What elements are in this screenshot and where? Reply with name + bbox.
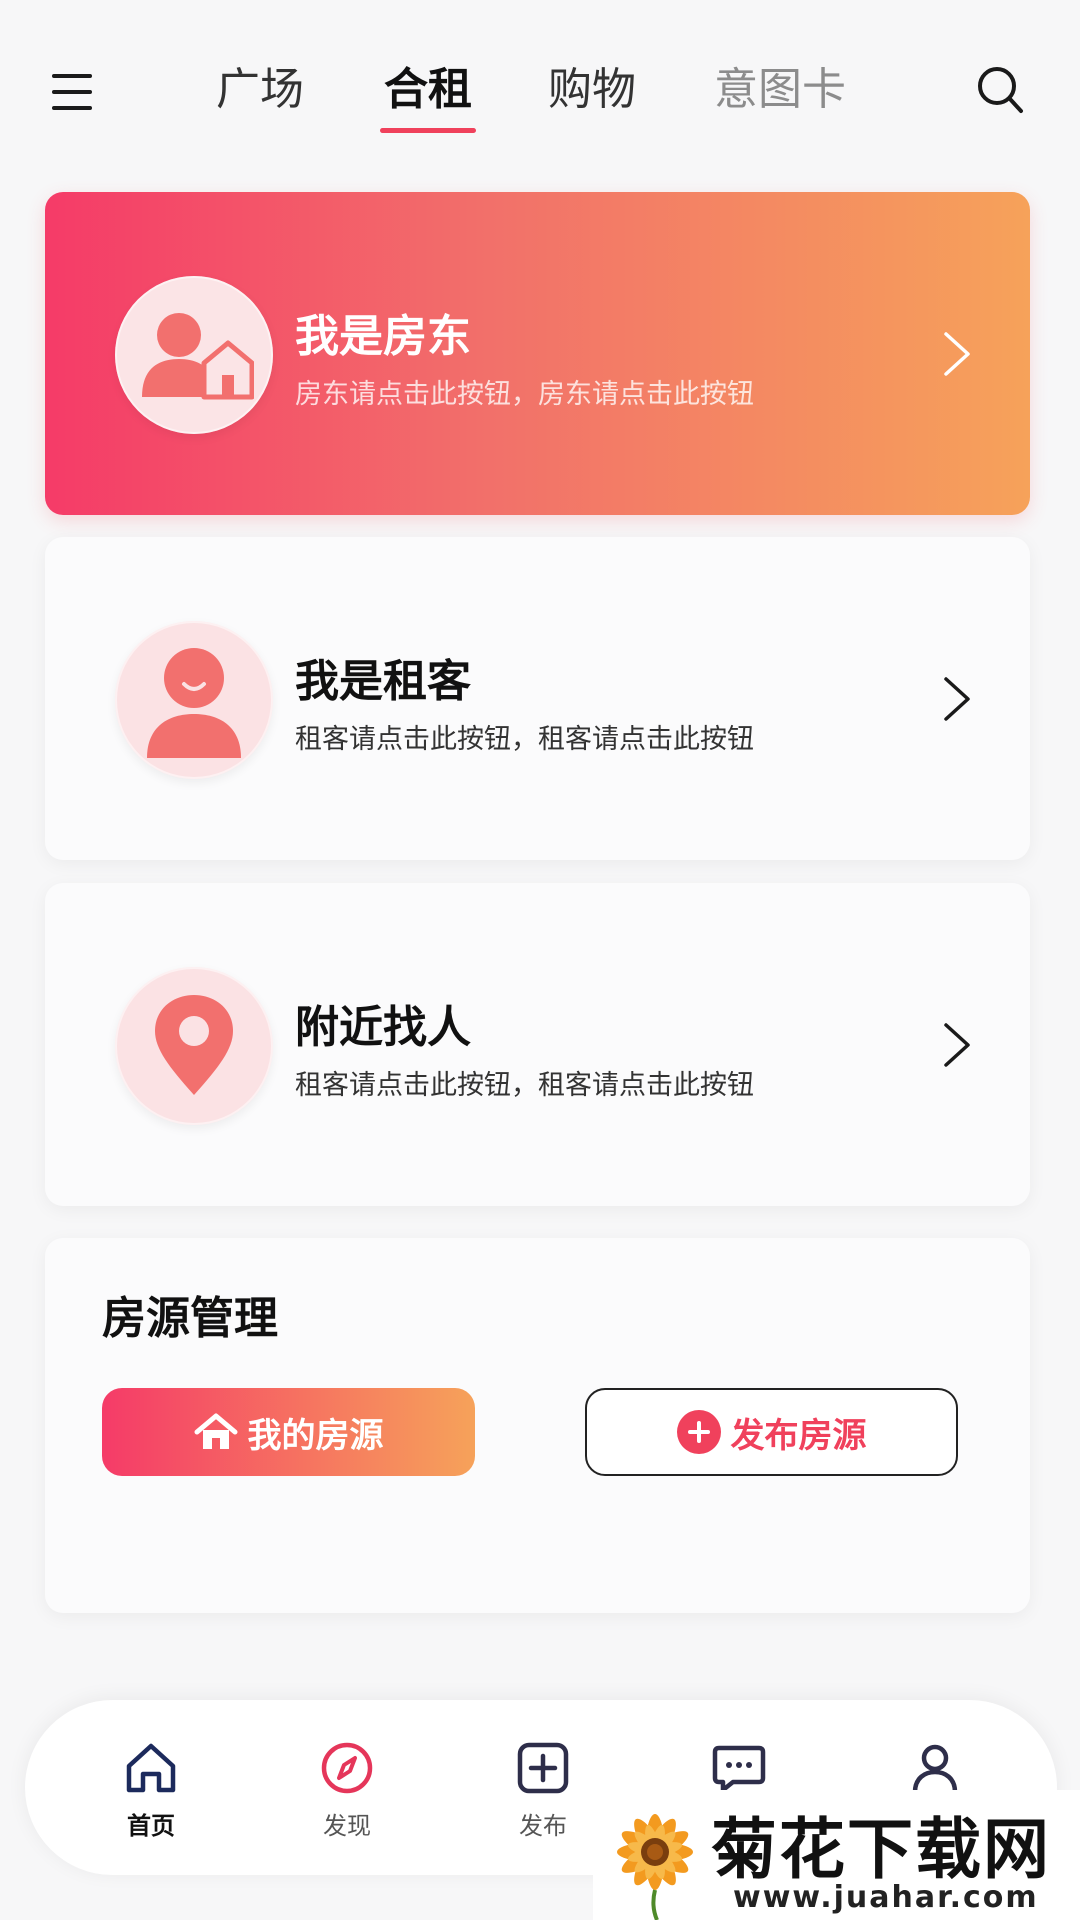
section-title: 房源管理 [102, 1293, 278, 1344]
watermark-brand: 菊花下载网 [711, 1811, 1051, 1888]
landlord-card[interactable]: 我是房东 房东请点击此按钮，房东请点击此按钮 [45, 192, 1030, 515]
category-tabs: 广场 合租 购物 意图卡 [0, 60, 1080, 140]
plus-circle-icon [676, 1410, 721, 1454]
nearby-subtitle: 租客请点击此按钮，租客请点击此按钮 [295, 1070, 754, 1101]
site-watermark: 菊花下载网 www.juahar.com [593, 1790, 1080, 1920]
tab-shopping[interactable]: 购物 [542, 60, 642, 140]
tenant-person-icon [147, 648, 241, 758]
chat-icon [712, 1745, 766, 1793]
publish-listing-button[interactable]: 发布房源 [585, 1388, 958, 1476]
landlord-title: 我是房东 [295, 311, 471, 362]
tenant-avatar [115, 621, 273, 779]
user-icon [912, 1744, 958, 1795]
chevron-right-icon [944, 1023, 970, 1067]
plus-square-icon [517, 1742, 569, 1794]
nav-discover[interactable]: 发现 [287, 1740, 407, 1860]
publish-listing-label: 发布房源 [730, 1415, 867, 1456]
compass-icon [321, 1742, 373, 1794]
landlord-subtitle: 房东请点击此按钮，房东请点击此按钮 [295, 379, 754, 410]
flower-logo-icon [617, 1814, 693, 1920]
landlord-house-icon [142, 313, 254, 400]
nearby-card[interactable]: 附近找人 租客请点击此按钮，租客请点击此按钮 [45, 883, 1030, 1206]
tenant-title: 我是租客 [295, 656, 471, 707]
tenant-subtitle: 租客请点击此按钮，租客请点击此按钮 [295, 724, 754, 755]
nav-home-label: 首页 [127, 1812, 175, 1840]
tenant-card[interactable]: 我是租客 租客请点击此按钮，租客请点击此按钮 [45, 537, 1030, 860]
tab-intent-card[interactable]: 意图卡 [705, 60, 855, 140]
nearby-avatar [115, 967, 273, 1125]
nav-publish-label: 发布 [519, 1812, 567, 1840]
top-bar: 广场 合租 购物 意图卡 [0, 0, 1080, 180]
nav-discover-label: 发现 [323, 1812, 371, 1840]
tab-plaza[interactable]: 广场 [210, 60, 310, 140]
chevron-right-icon [944, 332, 970, 376]
my-listings-button[interactable]: 我的房源 [102, 1388, 475, 1476]
my-listings-label: 我的房源 [247, 1415, 384, 1456]
location-pin-icon [155, 995, 233, 1095]
search-icon[interactable] [975, 64, 1025, 116]
nav-publish[interactable]: 发布 [483, 1740, 603, 1860]
nav-home[interactable]: 首页 [91, 1740, 211, 1860]
active-tab-indicator [380, 128, 476, 133]
chevron-right-icon [944, 677, 970, 721]
nearby-title: 附近找人 [295, 1002, 471, 1053]
home-icon [126, 1743, 176, 1793]
watermark-url: www.juahar.com [733, 1880, 1039, 1915]
home-icon [194, 1413, 237, 1449]
landlord-avatar [115, 276, 273, 434]
listing-management-card: 房源管理 我的房源 发布房源 [45, 1238, 1030, 1613]
